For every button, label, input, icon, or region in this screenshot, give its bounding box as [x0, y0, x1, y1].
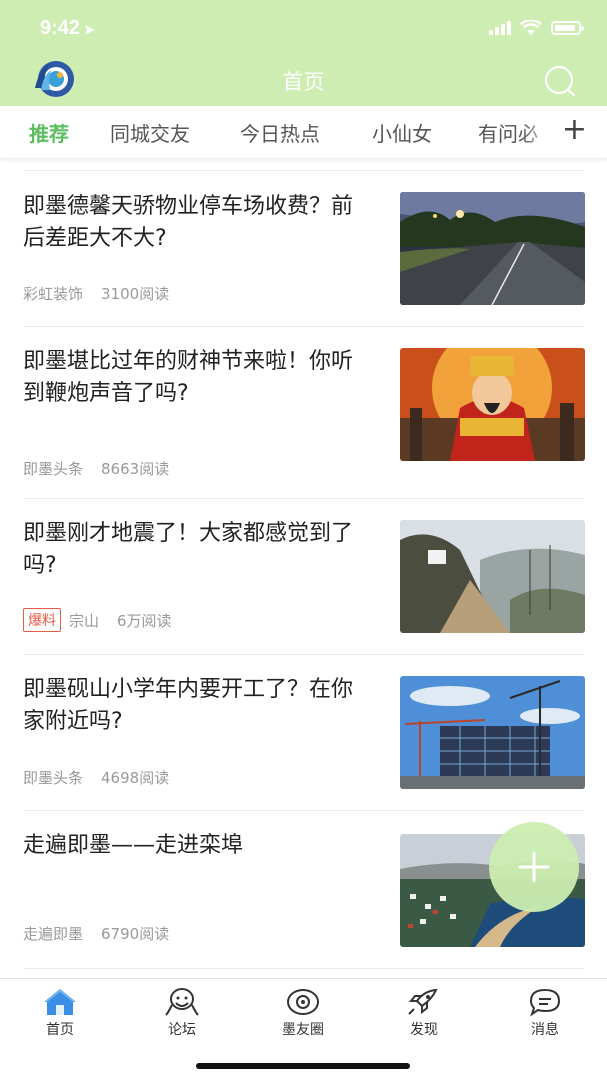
- article-meta: 彩虹装饰 3100阅读: [23, 283, 169, 304]
- add-post-button[interactable]: [489, 822, 579, 912]
- tab-recommend[interactable]: 推荐: [29, 118, 69, 147]
- top-bar: 9:42 ➤ 首页: [0, 0, 607, 106]
- tabbar-item-discover[interactable]: 发现: [379, 987, 469, 1039]
- tabbar-item-home[interactable]: 首页: [15, 987, 105, 1039]
- page-title: 首页: [282, 70, 325, 94]
- article-title: 走遍即墨——走进栾埠: [23, 833, 244, 858]
- tabbar-label: 消息: [531, 1022, 559, 1038]
- location-arrow-icon: ➤: [84, 22, 95, 37]
- article-reads: 6790阅读: [101, 925, 170, 943]
- tabbar-item-messages[interactable]: 消息: [500, 987, 590, 1039]
- article-source: 即墨头条: [23, 769, 84, 787]
- article-reads: 3100阅读: [101, 285, 170, 303]
- tabbar-label: 发现: [410, 1022, 438, 1038]
- article-thumbnail: [400, 192, 585, 305]
- article-reads: 4698阅读: [101, 769, 170, 787]
- article-source: 即墨头条: [23, 460, 84, 478]
- article-meta: 爆料 宗山 6万阅读: [23, 608, 172, 632]
- list-item[interactable]: 即墨德馨天骄物业停车场收费？前后差距大不大? 彩虹装饰 3100阅读: [0, 170, 607, 326]
- article-reads: 8663阅读: [101, 460, 170, 478]
- article-thumbnail: [400, 348, 585, 461]
- hot-tag-badge: 爆料: [23, 608, 61, 632]
- search-icon[interactable]: [543, 64, 577, 98]
- article-source: 宗山: [69, 611, 100, 630]
- article-title: 即墨刚才地震了！大家都感觉到了吗?: [23, 521, 354, 578]
- tab-local-friends[interactable]: 同城交友: [110, 118, 190, 147]
- status-time: 9:42 ➤: [40, 17, 95, 40]
- list-item[interactable]: 即墨砚山小学年内要开工了？在你家附近吗? 即墨头条 4698阅读: [0, 654, 607, 810]
- article-meta: 即墨头条 4698阅读: [23, 767, 169, 788]
- tab-little-fairy[interactable]: 小仙女: [372, 118, 432, 147]
- rocket-icon: [408, 988, 438, 1015]
- article-meta: 即墨头条 8663阅读: [23, 458, 169, 479]
- circle-icon: [287, 989, 319, 1015]
- article-reads: 6万阅读: [117, 611, 172, 630]
- tabbar-label: 论坛: [168, 1022, 196, 1038]
- message-icon: [529, 988, 561, 1017]
- article-thumbnail: [400, 676, 585, 789]
- article-meta: 走遍即墨 6790阅读: [23, 923, 169, 944]
- tabbar-label: 首页: [46, 1022, 74, 1038]
- home-icon: [44, 989, 76, 1015]
- tabbar-item-forum[interactable]: 论坛: [137, 987, 227, 1039]
- article-source: 走遍即墨: [23, 925, 84, 943]
- tabbar-item-circle[interactable]: 墨友圈: [258, 987, 348, 1039]
- list-item[interactable]: 即墨刚才地震了！大家都感觉到了吗? 爆料 宗山 6万阅读: [0, 498, 607, 654]
- article-title: 即墨德馨天骄物业停车场收费？前后差距大不大?: [23, 194, 354, 251]
- article-source: 彩虹装饰: [23, 285, 84, 303]
- cellular-signal-icon: [489, 21, 511, 35]
- add-channel-button[interactable]: +: [562, 115, 587, 145]
- wifi-icon: [520, 20, 542, 35]
- article-title: 即墨堪比过年的财神节来啦！你听到鞭炮声音了吗?: [23, 349, 354, 406]
- plus-icon: +: [561, 112, 587, 147]
- category-tabs: 推荐 同城交友 今日热点 小仙女 有问必 +: [0, 106, 607, 159]
- home-indicator[interactable]: [196, 1063, 410, 1069]
- article-title: 即墨砚山小学年内要开工了？在你家附近吗?: [23, 677, 354, 734]
- list-item[interactable]: 即墨堪比过年的财神节来啦！你听到鞭炮声音了吗? 即墨头条 8663阅读: [0, 326, 607, 498]
- tab-hot-today[interactable]: 今日热点: [240, 118, 320, 147]
- battery-icon: [551, 21, 584, 35]
- status-indicators: [489, 20, 584, 36]
- article-thumbnail: [400, 520, 585, 633]
- forum-icon: [165, 988, 199, 1016]
- plus-icon: [518, 851, 550, 883]
- tabbar-label: 墨友圈: [282, 1022, 324, 1038]
- status-time-text: 9:42: [40, 17, 81, 39]
